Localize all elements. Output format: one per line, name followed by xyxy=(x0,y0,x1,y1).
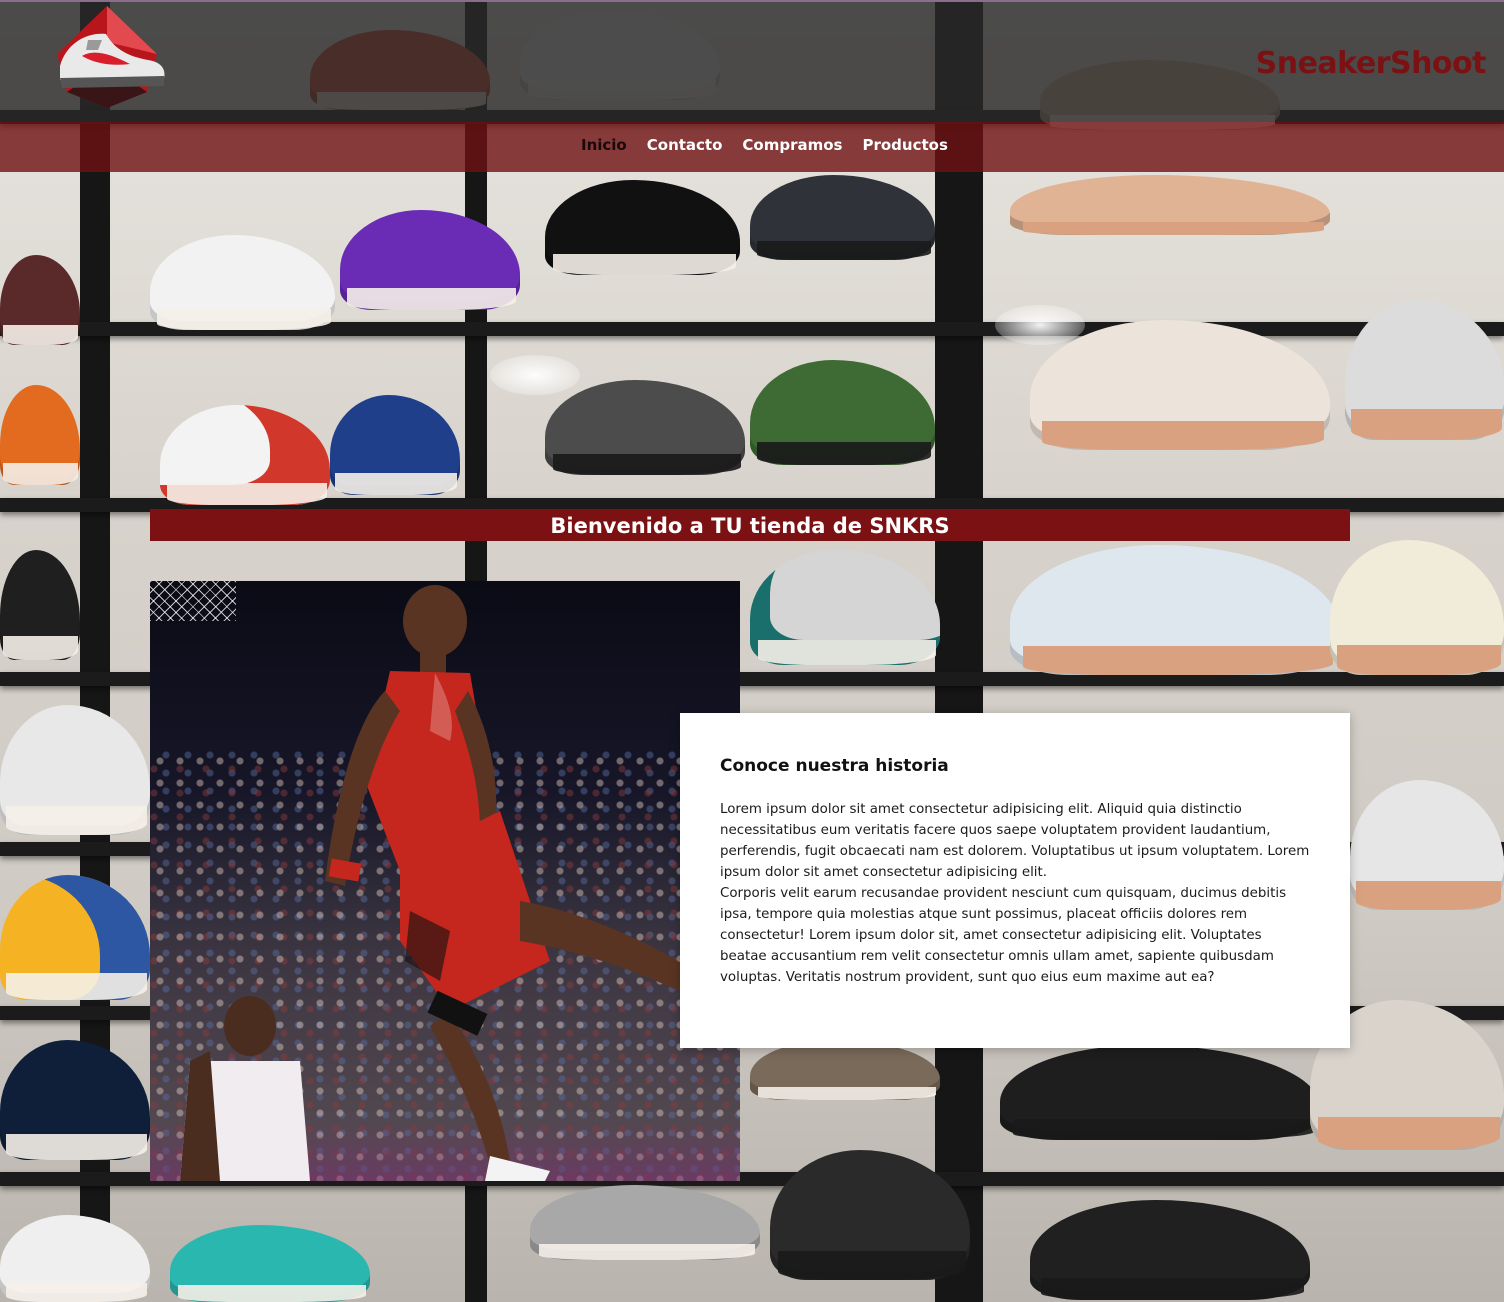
main-navigation: Inicio Contacto Compramos Productos xyxy=(0,122,1504,172)
player-silhouette xyxy=(180,585,740,1181)
welcome-banner: Bienvenido a TU tienda de SNKRS xyxy=(150,509,1350,541)
nav-link-inicio[interactable]: Inicio xyxy=(581,136,627,154)
story-card: Conoce nuestra historia Lorem ipsum dolo… xyxy=(680,713,1350,1048)
nav-link-productos[interactable]: Productos xyxy=(862,136,947,154)
nav-list: Inicio Contacto Compramos Productos xyxy=(581,134,948,156)
nav-item-contacto: Contacto xyxy=(647,134,723,156)
nav-link-contacto[interactable]: Contacto xyxy=(647,136,723,154)
nav-item-productos: Productos xyxy=(862,134,947,156)
nav-item-compramos: Compramos xyxy=(742,134,842,156)
sneaker-logo-icon[interactable] xyxy=(52,4,170,122)
brand-name[interactable]: SneakerShoot xyxy=(1256,46,1487,81)
site-header: SneakerShoot xyxy=(0,0,1504,122)
story-paragraph: Lorem ipsum dolor sit amet consectetur a… xyxy=(720,802,1310,880)
basketball-dunk-photo xyxy=(150,581,740,1181)
story-title: Conoce nuestra historia xyxy=(720,756,949,776)
story-body: Lorem ipsum dolor sit amet consectetur a… xyxy=(720,799,1310,988)
nav-item-inicio: Inicio xyxy=(581,134,627,156)
nav-link-compramos[interactable]: Compramos xyxy=(742,136,842,154)
story-paragraph: Corporis velit earum recusandae providen… xyxy=(720,886,1287,985)
